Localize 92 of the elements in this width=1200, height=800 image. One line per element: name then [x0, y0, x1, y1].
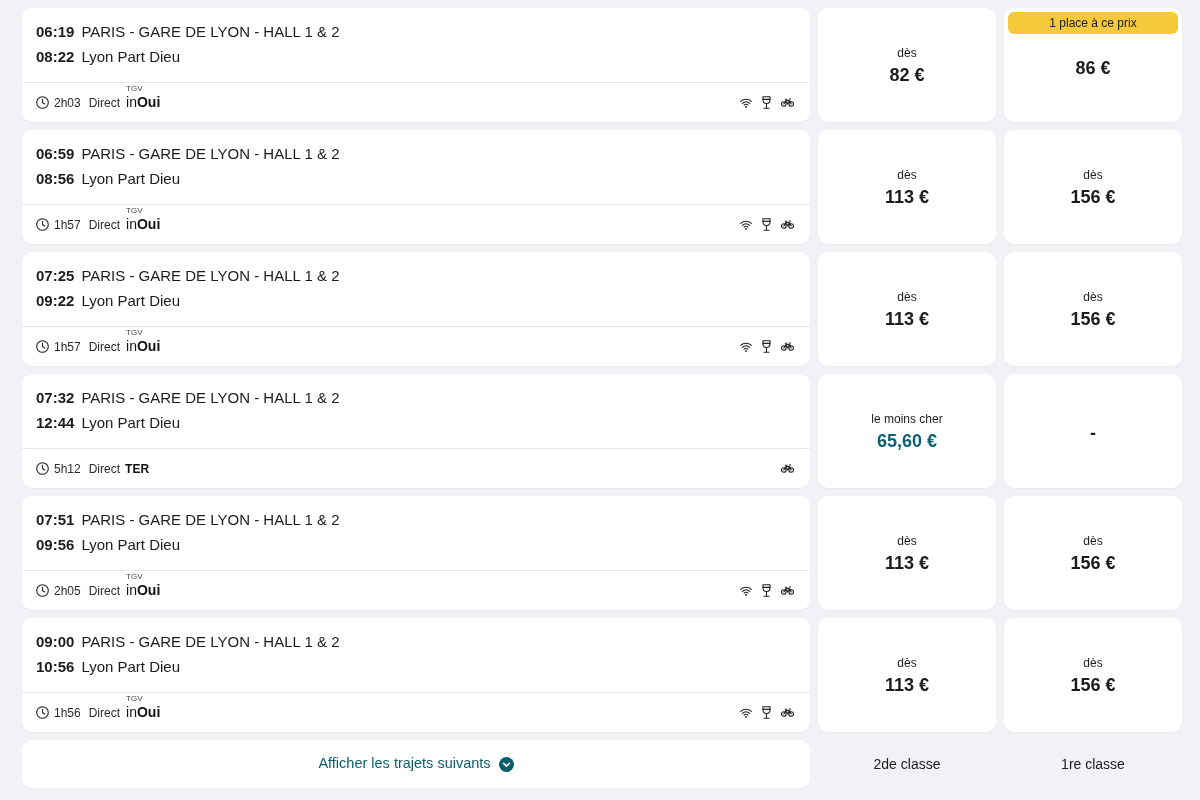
- clock-icon: [36, 462, 49, 475]
- departure-time: 07:32: [36, 388, 75, 408]
- departure-station: PARIS - GARE DE LYON - HALL 1 & 2: [81, 144, 340, 164]
- operator-logo: inOui: [126, 337, 161, 353]
- service-type: Direct: [88, 94, 121, 112]
- clock-icon: [36, 584, 49, 597]
- duration-text: 2h05: [54, 582, 81, 600]
- operator-logo: inOui: [126, 215, 161, 231]
- price-value: 156 €: [1070, 308, 1116, 330]
- price-card[interactable]: 1 place à ce prix 86 €: [1004, 8, 1182, 122]
- price-card[interactable]: dès 113 €: [818, 252, 996, 366]
- price-card[interactable]: dès 156 €: [1004, 130, 1182, 244]
- service-type: Direct: [88, 216, 121, 234]
- arrival-station: Lyon Part Dieu: [81, 535, 181, 555]
- price-value: 86 €: [1075, 56, 1111, 79]
- arrival-time: 08:22: [36, 47, 75, 67]
- price-card[interactable]: dès 82 €: [818, 8, 996, 122]
- price-label: le moins cher: [871, 412, 943, 427]
- operator-name: TER: [125, 460, 150, 478]
- class-label: 1re classe: [1061, 754, 1125, 774]
- duration-text: 1h56: [54, 704, 81, 722]
- arrival-time: 08:56: [36, 169, 75, 189]
- price-label: dès: [1083, 290, 1103, 305]
- price-card[interactable]: dès 156 €: [1004, 496, 1182, 610]
- price-card[interactable]: dès 113 €: [818, 130, 996, 244]
- price-label: dès: [897, 534, 917, 549]
- clock-icon: [36, 706, 49, 719]
- service-type: Direct: [88, 704, 121, 722]
- departure-station: PARIS - GARE DE LYON - HALL 1 & 2: [81, 388, 340, 408]
- price-card[interactable]: dès 113 €: [818, 496, 996, 610]
- arrival-station: Lyon Part Dieu: [81, 657, 181, 677]
- price-label: dès: [897, 656, 917, 671]
- price-card[interactable]: dès 113 €: [818, 618, 996, 732]
- service-type: Direct: [88, 460, 121, 478]
- price-label: dès: [897, 46, 917, 61]
- departure-station: PARIS - GARE DE LYON - HALL 1 & 2: [81, 632, 340, 652]
- duration-text: 1h57: [54, 338, 81, 356]
- operator-sup-label: TGV: [126, 329, 143, 337]
- operator-sup-label: TGV: [126, 573, 143, 581]
- price-label: dès: [1083, 168, 1103, 183]
- arrival-time: 10:56: [36, 657, 75, 677]
- class-label: 2de classe: [873, 754, 941, 774]
- price-value: 113 €: [884, 552, 930, 574]
- price-value: 113 €: [884, 186, 930, 208]
- service-type: Direct: [88, 338, 121, 356]
- departure-station: PARIS - GARE DE LYON - HALL 1 & 2: [81, 510, 340, 530]
- operator-sup-label: TGV: [126, 207, 143, 215]
- departure-time: 06:19: [36, 22, 75, 42]
- arrival-station: Lyon Part Dieu: [81, 413, 181, 433]
- price-value: 156 €: [1070, 552, 1116, 574]
- price-value: 156 €: [1070, 674, 1116, 696]
- operator-sup-label: TGV: [126, 695, 143, 703]
- departure-station: PARIS - GARE DE LYON - HALL 1 & 2: [81, 22, 340, 42]
- arrival-station: Lyon Part Dieu: [81, 47, 181, 67]
- operator-sup-label: TGV: [126, 85, 143, 93]
- arrival-time: 12:44: [36, 413, 75, 433]
- unavailable-text: -: [1090, 422, 1096, 444]
- operator-logo: inOui: [126, 93, 161, 109]
- price-label: dès: [1083, 534, 1103, 549]
- price-label: dès: [1083, 656, 1103, 671]
- price-value: 156 €: [1070, 186, 1116, 208]
- operator-logo: inOui: [126, 703, 161, 719]
- departure-time: 06:59: [36, 144, 75, 164]
- arrival-time: 09:22: [36, 291, 75, 311]
- duration-text: 1h57: [54, 216, 81, 234]
- operator-logo: inOui: [126, 581, 161, 597]
- departure-time: 07:25: [36, 266, 75, 286]
- arrival-station: Lyon Part Dieu: [81, 291, 181, 311]
- price-card[interactable]: dès 156 €: [1004, 618, 1182, 732]
- departure-time: 09:00: [36, 632, 75, 652]
- price-value: 65,60 €: [876, 430, 938, 452]
- clock-icon: [36, 218, 49, 231]
- arrival-time: 09:56: [36, 535, 75, 555]
- duration-text: 5h12: [54, 460, 81, 478]
- price-value: 113 €: [884, 674, 930, 696]
- price-label: dès: [897, 168, 917, 183]
- more-journeys-button[interactable]: Afficher les trajets suivants: [22, 740, 810, 788]
- price-value: 82 €: [889, 64, 925, 86]
- price-value: 113 €: [884, 308, 930, 330]
- price-label: dès: [897, 290, 917, 305]
- departure-time: 07:51: [36, 510, 75, 530]
- clock-icon: [36, 340, 49, 353]
- service-type: Direct: [88, 582, 121, 600]
- price-card[interactable]: -: [1004, 374, 1182, 488]
- price-card[interactable]: dès 156 €: [1004, 252, 1182, 366]
- price-card[interactable]: le moins cher 65,60 €: [818, 374, 996, 488]
- duration-text: 2h03: [54, 94, 81, 112]
- clock-icon: [36, 96, 49, 109]
- availability-badge: 1 place à ce prix: [1008, 12, 1178, 34]
- departure-station: PARIS - GARE DE LYON - HALL 1 & 2: [81, 266, 340, 286]
- chevron-down-icon: [498, 756, 514, 772]
- arrival-station: Lyon Part Dieu: [81, 169, 181, 189]
